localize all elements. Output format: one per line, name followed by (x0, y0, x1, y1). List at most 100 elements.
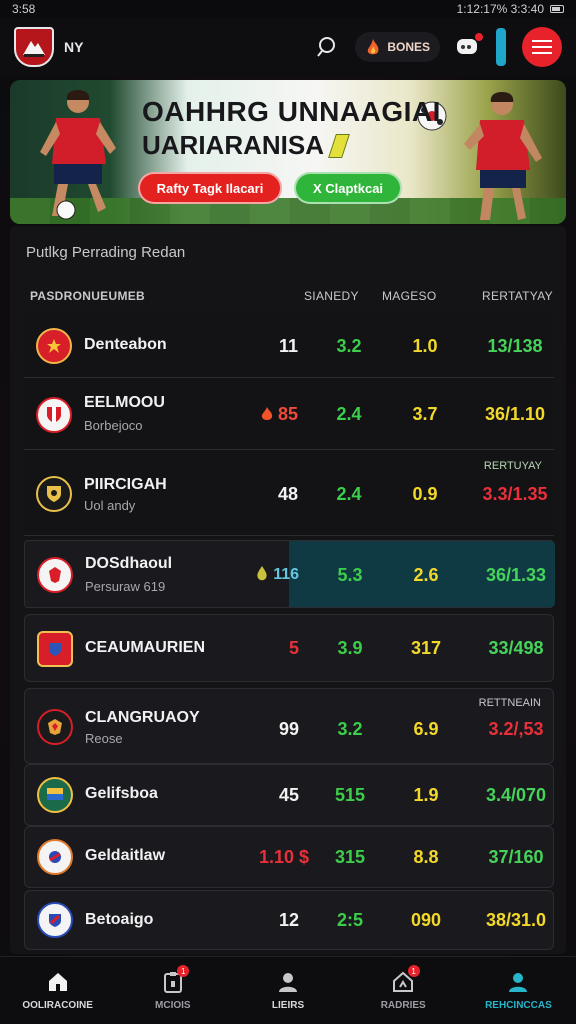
stat-value-1: 2.4 (336, 484, 362, 504)
tab-matches[interactable]: 1 MCIOIS (115, 957, 230, 1024)
table-row[interactable]: Denteabon 11 3.2 1.0 13/138 (24, 314, 554, 378)
team-crest-icon (37, 839, 73, 875)
banner-primary-button[interactable]: Rafty Tagk Ilacari (138, 172, 282, 204)
mountain-crest-icon (23, 41, 45, 57)
table-row[interactable]: CEAUMAURIEN 5 3.9 317 33/498 (24, 614, 554, 682)
team-crest-icon (36, 397, 72, 433)
return-label: RETTNEAIN (478, 697, 541, 709)
column-header-3[interactable]: RERTATYAY (482, 289, 553, 303)
team-crest-icon (37, 631, 73, 667)
table-row-selected[interactable]: DOSdhaoul Persuraw 619 116 5.3 2.6 36/1.… (24, 540, 555, 608)
banner-secondary-button[interactable]: X Claptkcai (294, 172, 402, 204)
table-row[interactable]: Geldaitlaw 1.10 $ 315 8.8 37/160 (24, 826, 554, 888)
stat-value-0: 48 (277, 484, 298, 504)
home-icon (48, 973, 67, 991)
team-crest-icon (37, 709, 73, 745)
column-header-team[interactable]: PASDRONUEUMEB (30, 289, 145, 303)
tab-label: REHCINCCAS (485, 1000, 552, 1011)
stat-value-1: 515 (334, 785, 366, 805)
team-name: PIIRCIGAH (84, 476, 167, 493)
hamburger-icon (532, 40, 552, 54)
promo-banner[interactable]: OAHHRG UNNAAGIAI UARIARANISA Rafty Tagk … (10, 80, 566, 224)
flame-icon (261, 407, 273, 420)
stat-value-0: 45 (278, 785, 299, 805)
table-row[interactable]: PIIRCIGAH Uol andy RERTUYAY 48 2.4 0.9 3… (24, 452, 554, 536)
stat-value-3: 13/138 (487, 336, 543, 356)
stat-value-2: 1.9 (413, 785, 439, 805)
table-row[interactable]: CLANGRUAOY Reose RETTNEAIN 99 3.2 6.9 3.… (24, 688, 554, 764)
tab-label: MCIOIS (155, 1000, 191, 1011)
team-name: Denteabon (84, 336, 167, 353)
stat-value-text: 85 (277, 404, 298, 424)
stat-value-3: 36/1.33 (485, 565, 547, 585)
stat-value-2: 317 (410, 638, 442, 658)
stat-value-1: 2.4 (336, 404, 362, 424)
stat-value-1: 5.3 (337, 565, 363, 585)
team-name: EELMOOU (84, 394, 165, 411)
search-icon (317, 37, 336, 57)
column-header-1[interactable]: SIANEDY (304, 289, 359, 303)
messages-button[interactable] (450, 30, 484, 64)
team-subtitle: Persuraw 619 (85, 579, 166, 594)
stat-value-2: 0.9 (412, 484, 438, 504)
table-row[interactable]: Gelifsboa 45 515 1.9 3.4/070 (24, 764, 554, 826)
table-row[interactable]: Betoaigo 12 2:5 090 38/31.0 (24, 890, 554, 950)
stat-value-2: 3.7 (412, 404, 438, 424)
status-bar: 3:58 1:12:17% 3:3:40 (0, 0, 576, 18)
stat-value-1: 315 (334, 847, 366, 867)
stat-value-2: 1.0 (412, 336, 438, 356)
stat-value-1: 3.2 (337, 719, 363, 739)
panel-title: Putlkg Perrading Redan (26, 244, 186, 261)
team-name: DOSdhaoul (85, 555, 173, 572)
menu-button[interactable] (522, 27, 562, 67)
bottom-tab-bar: OOLIRACOINE 1 MCIOIS LIEIRS 1 RADRIES RE… (0, 956, 576, 1024)
team-subtitle: Borbejoco (84, 418, 143, 433)
status-time: 3:58 (12, 2, 36, 16)
stat-value-3: 37/160 (488, 847, 544, 867)
column-header-2[interactable]: MAGESO (382, 289, 436, 303)
table-row[interactable]: EELMOOU Borbejoco 85 2.4 3.7 36/1.10 (24, 380, 554, 450)
stat-value-3: 38/31.0 (485, 910, 547, 930)
lightning-icon (328, 133, 350, 158)
team-name: CLANGRUAOY (85, 709, 200, 726)
stat-value-3: 3.3/1.35 (482, 484, 548, 504)
profile-icon (509, 973, 528, 992)
banner-subtitle: UARIARANISA (142, 130, 324, 160)
status-bar-accent (496, 28, 506, 66)
stat-value-3: 3.2/,53 (488, 719, 544, 739)
team-crest-icon (36, 328, 72, 364)
tab-profile[interactable]: REHCINCCAS (461, 957, 576, 1024)
tab-label: LIEIRS (271, 1000, 305, 1011)
player-right-image (464, 92, 542, 220)
player-left-image (40, 90, 116, 220)
flame-icon (368, 39, 379, 55)
notification-dot (474, 32, 484, 42)
banner-subtitle-row: UARIARANISA (142, 130, 350, 161)
tab-label: RADRIES (380, 1000, 426, 1011)
app-name: NY (64, 39, 84, 55)
tab-radios[interactable]: 1 RADRIES (346, 957, 461, 1024)
stat-value-1: 3.9 (337, 638, 363, 658)
tab-badge: 1 (177, 965, 190, 977)
team-subtitle: Uol andy (84, 498, 136, 513)
stat-value-0: 11 (278, 336, 298, 356)
team-crest-icon (36, 476, 72, 512)
tab-home[interactable]: OOLIRACOINE (0, 957, 115, 1024)
stat-value-0: 1.10 $ (258, 847, 309, 867)
stat-value-text: 116 (273, 566, 299, 583)
bonus-button[interactable]: BONES (355, 32, 440, 62)
stat-value-0: 5 (288, 638, 299, 658)
stat-value-2: 8.8 (413, 847, 439, 867)
return-label: RERTUYAY (483, 460, 542, 472)
team-name: Betoaigo (85, 911, 154, 928)
search-button[interactable] (311, 30, 345, 64)
standings-panel: Putlkg Perrading Redan PASDRONUEUMEB SIA… (10, 226, 566, 954)
team-crest-icon (37, 557, 73, 593)
user-icon (279, 973, 297, 992)
leaf-icon (257, 566, 267, 581)
club-logo[interactable] (14, 27, 54, 67)
stat-value-2: 090 (410, 910, 442, 930)
stat-value-0: 99 (278, 719, 299, 739)
banner-title: OAHHRG UNNAAGIAI (142, 96, 441, 127)
tab-users[interactable]: LIEIRS (230, 957, 345, 1024)
